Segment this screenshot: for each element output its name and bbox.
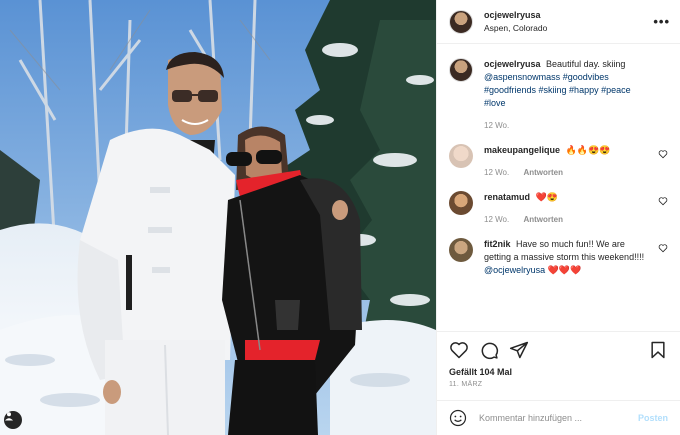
comment-input[interactable]: Kommentar hinzufügen ...: [479, 413, 638, 423]
avatar[interactable]: [449, 9, 473, 34]
likes-count[interactable]: Gefällt 104 Mal: [437, 367, 680, 377]
more-options-button[interactable]: •••: [653, 14, 670, 29]
author-username[interactable]: ocjewelryusa: [484, 9, 653, 22]
list-item: fit2nik Have so much fun!! We are gettin…: [449, 238, 668, 277]
comment-icon[interactable]: [479, 340, 499, 360]
more-icon: •••: [653, 14, 670, 29]
caption-mention[interactable]: @aspensnowmass: [484, 72, 560, 82]
user-tag-button[interactable]: [4, 411, 22, 429]
photo-illustration: [0, 0, 436, 435]
post-date[interactable]: 11. MÄRZ: [437, 377, 680, 388]
comment-text: 🔥🔥😍😍: [565, 145, 611, 155]
comment-username[interactable]: fit2nik: [484, 239, 511, 249]
caption-meta: 12 Wo.: [484, 119, 650, 132]
post-header: ocjewelryusa Aspen, Colorado •••: [437, 0, 680, 44]
share-icon[interactable]: [509, 340, 529, 360]
avatar[interactable]: [449, 144, 473, 168]
instagram-post-view: ocjewelryusa Aspen, Colorado ••• ocjewel…: [0, 0, 680, 435]
comment-text: ❤️😍: [535, 192, 558, 202]
comment-time[interactable]: 12 Wo.: [484, 168, 509, 177]
reply-button[interactable]: Antworten: [523, 168, 563, 177]
avatar[interactable]: [449, 238, 473, 262]
avatar[interactable]: [449, 58, 473, 82]
post-location[interactable]: Aspen, Colorado: [484, 22, 653, 35]
user-tag-icon: [5, 412, 13, 421]
comment-mention[interactable]: @ocjewelryusa: [484, 265, 545, 275]
caption-time[interactable]: 12 Wo.: [484, 121, 509, 130]
add-comment-bar: Kommentar hinzufügen ... Posten: [437, 400, 680, 435]
heart-icon[interactable]: [449, 340, 469, 360]
bookmark-icon[interactable]: [648, 340, 668, 360]
list-item: renatamud ❤️😍 12 Wo. Antworten: [449, 191, 668, 226]
post-comment-button[interactable]: Posten: [638, 413, 668, 423]
avatar[interactable]: [449, 191, 473, 215]
heart-icon[interactable]: [658, 243, 668, 253]
comment-time[interactable]: 12 Wo.: [484, 215, 509, 224]
emoji-icon[interactable]: [449, 409, 467, 427]
reply-button[interactable]: Antworten: [523, 215, 563, 224]
post-photo[interactable]: [0, 0, 436, 435]
caption: ocjewelryusa Beautiful day. skiing @aspe…: [449, 58, 668, 132]
action-bar: [437, 331, 680, 367]
comment-username[interactable]: makeupangelique: [484, 145, 560, 155]
heart-icon[interactable]: [658, 196, 668, 206]
comment-username[interactable]: renatamud: [484, 192, 530, 202]
comment-emoji: ❤️❤️❤️: [547, 265, 582, 275]
list-item: makeupangelique 🔥🔥😍😍 12 Wo. Antworten: [449, 144, 668, 179]
heart-icon[interactable]: [658, 149, 668, 159]
comments-list: ocjewelryusa Beautiful day. skiing @aspe…: [437, 44, 680, 331]
caption-text: Beautiful day. skiing: [546, 59, 626, 69]
caption-username[interactable]: ocjewelryusa: [484, 59, 541, 69]
post-details-panel: ocjewelryusa Aspen, Colorado ••• ocjewel…: [436, 0, 680, 435]
